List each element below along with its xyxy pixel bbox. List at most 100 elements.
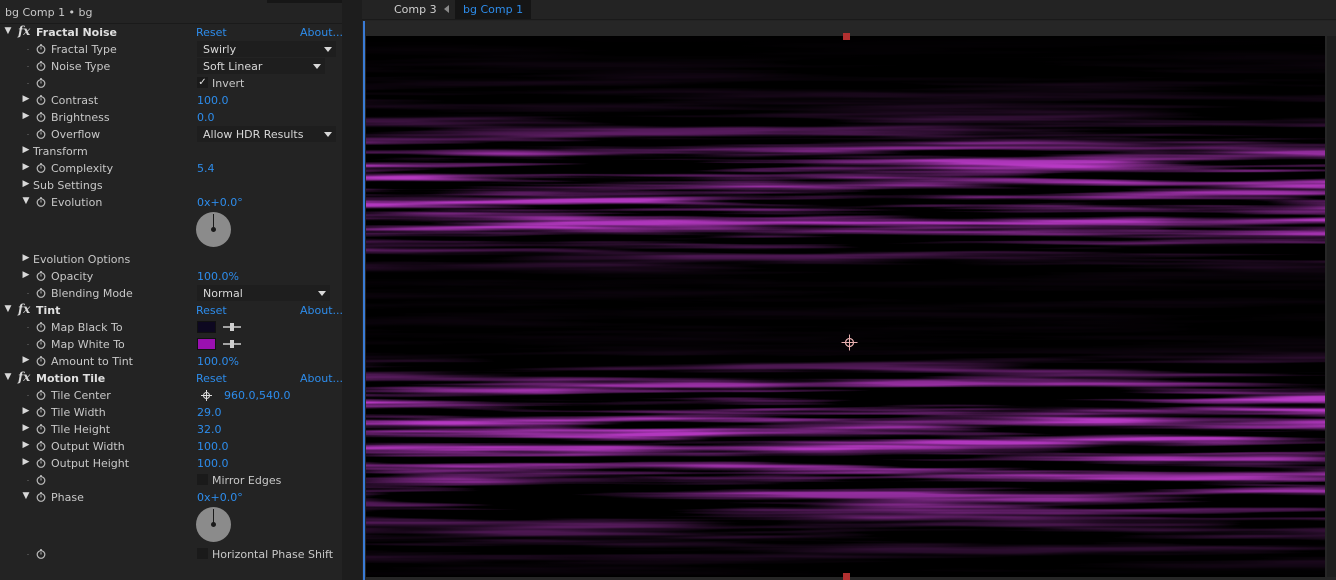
output-width-value[interactable]: 100.0: [197, 440, 229, 453]
stopwatch-icon[interactable]: [36, 129, 46, 139]
stopwatch-icon[interactable]: [36, 95, 46, 105]
collapse-triangle-icon[interactable]: ▼: [21, 491, 31, 501]
color-swatch[interactable]: [197, 321, 216, 333]
phase-angle-dial[interactable]: [196, 507, 231, 542]
composition-viewer[interactable]: [362, 21, 1336, 580]
tab-bg-comp-1[interactable]: bg Comp 1: [455, 0, 532, 19]
complexity-value[interactable]: 5.4: [197, 162, 215, 175]
stopwatch-icon[interactable]: [36, 288, 46, 298]
anchor-point-icon[interactable]: [841, 334, 858, 351]
about-button[interactable]: About...: [300, 372, 342, 385]
layer-bottom-handle[interactable]: [843, 573, 850, 580]
stopwatch-icon[interactable]: [36, 61, 46, 71]
dropdown-value: Swirly: [203, 43, 237, 56]
expand-triangle-icon[interactable]: ▶: [21, 179, 31, 189]
reset-button[interactable]: Reset: [196, 304, 227, 317]
expand-triangle-icon[interactable]: ▶: [21, 111, 31, 121]
stopwatch-icon[interactable]: [36, 475, 46, 485]
group-evolution-options[interactable]: ▶ Evolution Options: [0, 251, 342, 268]
stopwatch-icon[interactable]: [36, 197, 46, 207]
property-label: Output Height: [51, 457, 130, 470]
color-swatch[interactable]: [197, 338, 216, 350]
stopwatch-icon[interactable]: [36, 492, 46, 502]
tile-center-value[interactable]: 960.0,540.0: [224, 389, 290, 402]
expand-triangle-icon[interactable]: ▶: [21, 406, 31, 416]
stopwatch-icon[interactable]: [36, 322, 46, 332]
crosshair-icon[interactable]: [201, 390, 212, 401]
property-brightness: ▶ Brightness 0.0: [0, 109, 342, 126]
expand-triangle-icon[interactable]: ▶: [21, 270, 31, 280]
effect-row-motion-tile[interactable]: ▼ fx Motion Tile Reset About...: [0, 370, 342, 387]
effect-row-fractal-noise[interactable]: ▼ fx Fractal Noise Reset About...: [0, 24, 342, 41]
property-map-black-to: Map Black To: [0, 319, 342, 336]
expand-triangle-icon[interactable]: ▶: [21, 94, 31, 104]
noise-type-dropdown[interactable]: Soft Linear: [197, 58, 325, 74]
stopwatch-icon[interactable]: [36, 78, 46, 88]
group-transform[interactable]: ▶ Transform: [0, 143, 342, 160]
property-label: Contrast: [51, 94, 99, 107]
evolution-angle-dial[interactable]: [196, 212, 231, 247]
expand-triangle-icon[interactable]: ▶: [21, 253, 31, 263]
stopwatch-icon[interactable]: [36, 390, 46, 400]
dropdown-value: Allow HDR Results: [203, 128, 304, 141]
effect-row-tint[interactable]: ▼ fx Tint Reset About...: [0, 302, 342, 319]
stopwatch-icon[interactable]: [36, 163, 46, 173]
expand-triangle-icon[interactable]: ▶: [21, 145, 31, 155]
expand-triangle-icon[interactable]: ▼: [3, 26, 13, 36]
stopwatch-icon[interactable]: [36, 271, 46, 281]
expand-triangle-icon[interactable]: ▼: [3, 372, 13, 382]
panel-divider[interactable]: [342, 0, 362, 580]
eyedropper-icon[interactable]: [222, 322, 242, 332]
eyedropper-icon[interactable]: [222, 339, 242, 349]
tree-line: [27, 83, 29, 84]
horizontal-phase-shift-checkbox[interactable]: [197, 548, 208, 559]
property-label: Blending Mode: [51, 287, 133, 300]
invert-checkbox[interactable]: ✓: [197, 77, 208, 88]
amount-to-tint-value[interactable]: 100.0%: [197, 355, 239, 368]
stopwatch-icon[interactable]: [36, 424, 46, 434]
stopwatch-icon[interactable]: [36, 44, 46, 54]
tree-line: [27, 66, 29, 67]
fx-icon[interactable]: fx: [18, 302, 30, 316]
fx-icon[interactable]: fx: [18, 370, 30, 384]
property-amount-to-tint: ▶ Amount to Tint 100.0%: [0, 353, 342, 370]
tile-height-value[interactable]: 32.0: [197, 423, 222, 436]
stopwatch-icon[interactable]: [36, 339, 46, 349]
about-button[interactable]: About...: [300, 304, 342, 317]
stopwatch-icon[interactable]: [36, 441, 46, 451]
opacity-value[interactable]: 100.0%: [197, 270, 239, 283]
fx-icon[interactable]: fx: [18, 24, 30, 38]
expand-triangle-icon[interactable]: ▼: [3, 304, 13, 314]
composition-canvas[interactable]: [366, 36, 1325, 577]
chevron-left-icon[interactable]: [444, 5, 449, 13]
expand-triangle-icon[interactable]: ▶: [21, 457, 31, 467]
tab-comp-3[interactable]: Comp 3: [386, 0, 445, 19]
mirror-edges-checkbox[interactable]: [197, 474, 208, 485]
expand-triangle-icon[interactable]: ▶: [21, 162, 31, 172]
stopwatch-icon[interactable]: [36, 356, 46, 366]
stopwatch-icon[interactable]: [36, 112, 46, 122]
contrast-value[interactable]: 100.0: [197, 94, 229, 107]
property-invert: ✓ Invert: [0, 75, 342, 92]
collapse-triangle-icon[interactable]: ▼: [21, 196, 31, 206]
fractal-type-dropdown[interactable]: Swirly: [197, 41, 336, 57]
overflow-dropdown[interactable]: Allow HDR Results: [197, 126, 336, 142]
tile-width-value[interactable]: 29.0: [197, 406, 222, 419]
output-height-value[interactable]: 100.0: [197, 457, 229, 470]
expand-triangle-icon[interactable]: ▶: [21, 423, 31, 433]
reset-button[interactable]: Reset: [196, 372, 227, 385]
stopwatch-icon[interactable]: [36, 407, 46, 417]
about-button[interactable]: About...: [300, 26, 342, 39]
stopwatch-icon[interactable]: [36, 458, 46, 468]
reset-button[interactable]: Reset: [196, 26, 227, 39]
brightness-value[interactable]: 0.0: [197, 111, 215, 124]
group-sub-settings[interactable]: ▶ Sub Settings: [0, 177, 342, 194]
stopwatch-icon[interactable]: [36, 549, 46, 559]
property-opacity: ▶ Opacity 100.0%: [0, 268, 342, 285]
blending-mode-dropdown[interactable]: Normal: [197, 285, 330, 301]
expand-triangle-icon[interactable]: ▶: [21, 440, 31, 450]
evolution-value[interactable]: 0x+0.0°: [197, 196, 243, 209]
layer-top-handle[interactable]: [843, 33, 850, 40]
expand-triangle-icon[interactable]: ▶: [21, 355, 31, 365]
phase-value[interactable]: 0x+0.0°: [197, 491, 243, 504]
